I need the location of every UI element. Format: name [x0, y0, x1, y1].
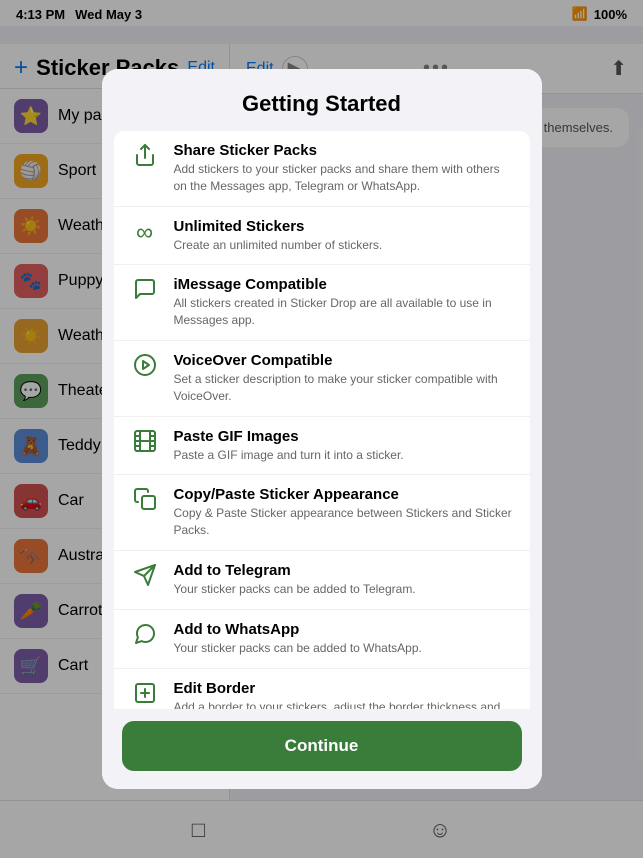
feature-row-gif: Paste GIF Images Paste a GIF image and t…	[114, 417, 530, 476]
modal-title: Getting Started	[242, 91, 401, 116]
feature-row-voiceover: VoiceOver Compatible Set a sticker descr…	[114, 341, 530, 417]
voiceover-icon	[128, 352, 162, 377]
modal-overlay[interactable]: Getting Started Share Sticker Packs	[0, 0, 643, 858]
feature-desc: Create an unlimited number of stickers.	[174, 237, 516, 254]
feature-title: Add to WhatsApp	[174, 621, 516, 638]
feature-title: Copy/Paste Sticker Appearance	[174, 486, 516, 503]
feature-row-border: Edit Border Add a border to your sticker…	[114, 669, 530, 709]
feature-desc: Add a border to your stickers, adjust th…	[174, 699, 516, 709]
copy-icon	[128, 486, 162, 511]
feature-row-copy: Copy/Paste Sticker Appearance Copy & Pas…	[114, 475, 530, 551]
feature-desc: Copy & Paste Sticker appearance between …	[174, 505, 516, 539]
feature-desc: Your sticker packs can be added to Whats…	[174, 640, 516, 657]
feature-title: iMessage Compatible	[174, 276, 516, 293]
feature-desc: Paste a GIF image and turn it into a sti…	[174, 447, 516, 464]
feature-row-unlimited: ∞ Unlimited Stickers Create an unlimited…	[114, 207, 530, 266]
feature-title: Unlimited Stickers	[174, 218, 516, 235]
whatsapp-icon	[128, 621, 162, 646]
modal-scroll[interactable]: Share Sticker Packs Add stickers to your…	[102, 127, 542, 709]
gif-icon	[128, 428, 162, 453]
feature-desc: Set a sticker description to make your s…	[174, 371, 516, 405]
feature-title: Share Sticker Packs	[174, 142, 516, 159]
feature-row-whatsapp: Add to WhatsApp Your sticker packs can b…	[114, 610, 530, 669]
telegram-icon	[128, 562, 162, 587]
feature-row-imessage: iMessage Compatible All stickers created…	[114, 265, 530, 341]
feature-title: Add to Telegram	[174, 562, 516, 579]
feature-title: Edit Border	[174, 680, 516, 697]
message-icon	[128, 276, 162, 301]
border-icon	[128, 680, 162, 705]
continue-button[interactable]: Continue	[122, 721, 522, 771]
feature-title: Paste GIF Images	[174, 428, 516, 445]
feature-desc: Your sticker packs can be added to Teleg…	[174, 581, 516, 598]
feature-desc: All stickers created in Sticker Drop are…	[174, 295, 516, 329]
feature-row-share: Share Sticker Packs Add stickers to your…	[114, 131, 530, 207]
modal-header: Getting Started	[102, 69, 542, 127]
share-icon	[128, 142, 162, 167]
infinity-icon: ∞	[128, 218, 162, 247]
feature-section: Share Sticker Packs Add stickers to your…	[114, 131, 530, 709]
feature-desc: Add stickers to your sticker packs and s…	[174, 161, 516, 195]
feature-row-telegram: Add to Telegram Your sticker packs can b…	[114, 551, 530, 610]
feature-title: VoiceOver Compatible	[174, 352, 516, 369]
modal-footer: Continue	[102, 709, 542, 789]
getting-started-modal: Getting Started Share Sticker Packs	[102, 69, 542, 789]
